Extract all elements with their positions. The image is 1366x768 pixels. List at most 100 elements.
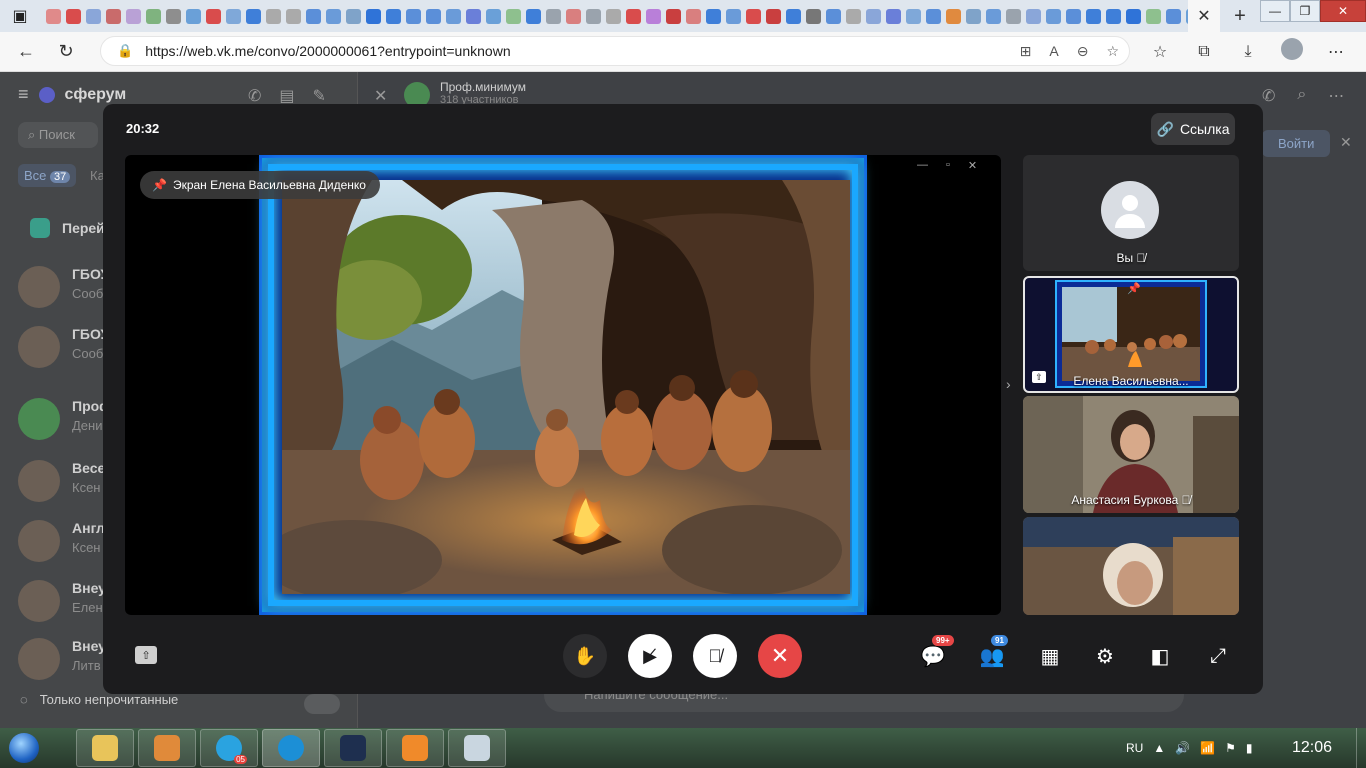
- tab-favicon-icon[interactable]: [545, 8, 561, 24]
- grid-view-button[interactable]: ▦: [1035, 641, 1065, 671]
- chat-button[interactable]: 💬 99+: [918, 635, 954, 671]
- tab-favicon-icon[interactable]: [405, 8, 421, 24]
- dismiss-banner-icon[interactable]: ✕: [1340, 134, 1352, 151]
- add-favorite-icon[interactable]: ☆: [1106, 43, 1119, 60]
- tab-favicon-icon[interactable]: [865, 8, 881, 24]
- tab-favicon-icon[interactable]: [505, 8, 521, 24]
- taskbar-vpn[interactable]: [324, 729, 382, 767]
- new-tab-button[interactable]: +: [1220, 0, 1260, 32]
- tab-favicon-icon[interactable]: [745, 8, 761, 24]
- favorites-icon[interactable]: ☆: [1145, 42, 1175, 62]
- tab-favicon-icon[interactable]: [465, 8, 481, 24]
- tab-favicon-icon[interactable]: [105, 8, 121, 24]
- tab-favicon-icon[interactable]: [1165, 8, 1181, 24]
- layout-button[interactable]: ◧: [1145, 641, 1175, 671]
- tab-favicon-icon[interactable]: [145, 8, 161, 24]
- tab-favicon-icon[interactable]: [425, 8, 441, 24]
- read-aloud-icon[interactable]: A: [1049, 43, 1058, 60]
- archive-icon[interactable]: ▤: [279, 86, 294, 106]
- call-icon[interactable]: ✆: [1262, 86, 1275, 106]
- tab-favicon-icon[interactable]: [1125, 8, 1141, 24]
- sidebar-search[interactable]: ⌕ Поиск: [18, 122, 98, 148]
- tab-favicon-icon[interactable]: [785, 8, 801, 24]
- tab-favicon-icon[interactable]: [525, 8, 541, 24]
- tab-favicon-icon[interactable]: [445, 8, 461, 24]
- fullscreen-button[interactable]: ⤢: [1203, 641, 1233, 671]
- language-indicator[interactable]: RU: [1126, 741, 1143, 755]
- participant-tile-self[interactable]: Вы 🎙̸: [1023, 155, 1239, 271]
- tab-favicon-icon[interactable]: [185, 8, 201, 24]
- tab-favicon-icon[interactable]: [45, 8, 61, 24]
- camera-toggle-button[interactable]: ▶̸: [628, 634, 672, 678]
- tab-favicon-icon[interactable]: [585, 8, 601, 24]
- chat-more-icon[interactable]: ⋯: [1328, 86, 1344, 106]
- downloads-icon[interactable]: ⤓: [1233, 43, 1263, 61]
- taskbar-clock[interactable]: 12:06: [1292, 739, 1332, 757]
- chevron-right-icon[interactable]: ›: [1006, 376, 1011, 392]
- close-chat-icon[interactable]: ✕: [374, 86, 387, 106]
- more-menu-icon[interactable]: ⋯: [1321, 42, 1351, 62]
- tab-favicon-icon[interactable]: [1025, 8, 1041, 24]
- flag-icon[interactable]: ⚑: [1225, 741, 1236, 755]
- close-tab-icon[interactable]: ✕: [1188, 0, 1220, 32]
- tab-favicon-icon[interactable]: [125, 8, 141, 24]
- network-icon[interactable]: 📶: [1200, 741, 1215, 755]
- taskbar-explorer[interactable]: [76, 729, 134, 767]
- tab-favicon-icon[interactable]: [85, 8, 101, 24]
- zoom-icon[interactable]: ⊖: [1077, 43, 1089, 60]
- search-chat-icon[interactable]: ⌕: [1297, 86, 1306, 106]
- tab-favicon-icon[interactable]: [1085, 8, 1101, 24]
- tab-favicon-icon[interactable]: [605, 8, 621, 24]
- goto-banner[interactable]: Перей: [30, 218, 105, 238]
- taskbar-pdf[interactable]: [386, 729, 444, 767]
- unread-only-toggle[interactable]: [304, 694, 340, 714]
- tab-favicon-icon[interactable]: [705, 8, 721, 24]
- tab-favicon-icon[interactable]: [365, 8, 381, 24]
- tray-expand-icon[interactable]: ▲: [1153, 741, 1165, 755]
- tab-favicon-icon[interactable]: [1065, 8, 1081, 24]
- tab-favicon-icon[interactable]: [165, 8, 181, 24]
- tab-favicon-icon[interactable]: [385, 8, 401, 24]
- tab-favicon-icon[interactable]: [645, 8, 661, 24]
- tab-favicon-icon[interactable]: [805, 8, 821, 24]
- start-button[interactable]: [0, 728, 48, 768]
- participants-button[interactable]: 👥 91: [977, 635, 1008, 671]
- login-button[interactable]: Войти: [1262, 130, 1331, 157]
- reload-button[interactable]: ↻: [46, 34, 86, 70]
- microphone-toggle-button[interactable]: 🎙̸: [693, 634, 737, 678]
- tab-favicon-icon[interactable]: [885, 8, 901, 24]
- taskbar-telegram[interactable]: 05: [200, 729, 258, 767]
- taskbar-media-player[interactable]: [138, 729, 196, 767]
- new-call-icon[interactable]: ✆: [248, 86, 261, 106]
- tab-favicon-icon[interactable]: [685, 8, 701, 24]
- tab-favicon-icon[interactable]: [765, 8, 781, 24]
- tab-favicon-icon[interactable]: [1045, 8, 1061, 24]
- tab-favicon-icon[interactable]: [285, 8, 301, 24]
- tab-favicon-icon[interactable]: [65, 8, 81, 24]
- tab-favicon-icon[interactable]: [565, 8, 581, 24]
- tab-favicon-icon[interactable]: [945, 8, 961, 24]
- tab-favicon-icon[interactable]: [625, 8, 641, 24]
- close-window-button[interactable]: ✕: [1320, 0, 1366, 22]
- taskbar-paint[interactable]: [448, 729, 506, 767]
- tab-favicon-icon[interactable]: [825, 8, 841, 24]
- tab-actions-menu-icon[interactable]: ▣: [0, 0, 40, 32]
- minimize-button[interactable]: —: [1260, 0, 1290, 22]
- tab-favicon-icon[interactable]: [905, 8, 921, 24]
- tab-favicon-icon[interactable]: [925, 8, 941, 24]
- end-call-button[interactable]: ✕: [758, 634, 802, 678]
- collections-icon[interactable]: ⧉: [1189, 43, 1219, 61]
- address-bar[interactable]: 🔒 https://web.vk.me/convo/2000000061?ent…: [100, 36, 1130, 66]
- tab-favicon-icon[interactable]: [985, 8, 1001, 24]
- tab-favicon-icon[interactable]: [205, 8, 221, 24]
- filter-all-chip[interactable]: Все 37: [18, 164, 77, 187]
- restore-button[interactable]: ❐: [1290, 0, 1320, 22]
- apps-icon[interactable]: ⊞: [1020, 43, 1032, 60]
- tab-favicon-icon[interactable]: [345, 8, 361, 24]
- tab-favicon-icon[interactable]: [1005, 8, 1021, 24]
- settings-button[interactable]: ⚙: [1090, 641, 1120, 671]
- pinned-screen-label[interactable]: 📌 Экран Елена Васильевна Диденко: [140, 171, 380, 199]
- participant-tile-screen-share[interactable]: 📌 ⇧ Елена Васильевна...: [1023, 276, 1239, 393]
- tab-favicon-icon[interactable]: [725, 8, 741, 24]
- tab-favicon-icon[interactable]: [1145, 8, 1161, 24]
